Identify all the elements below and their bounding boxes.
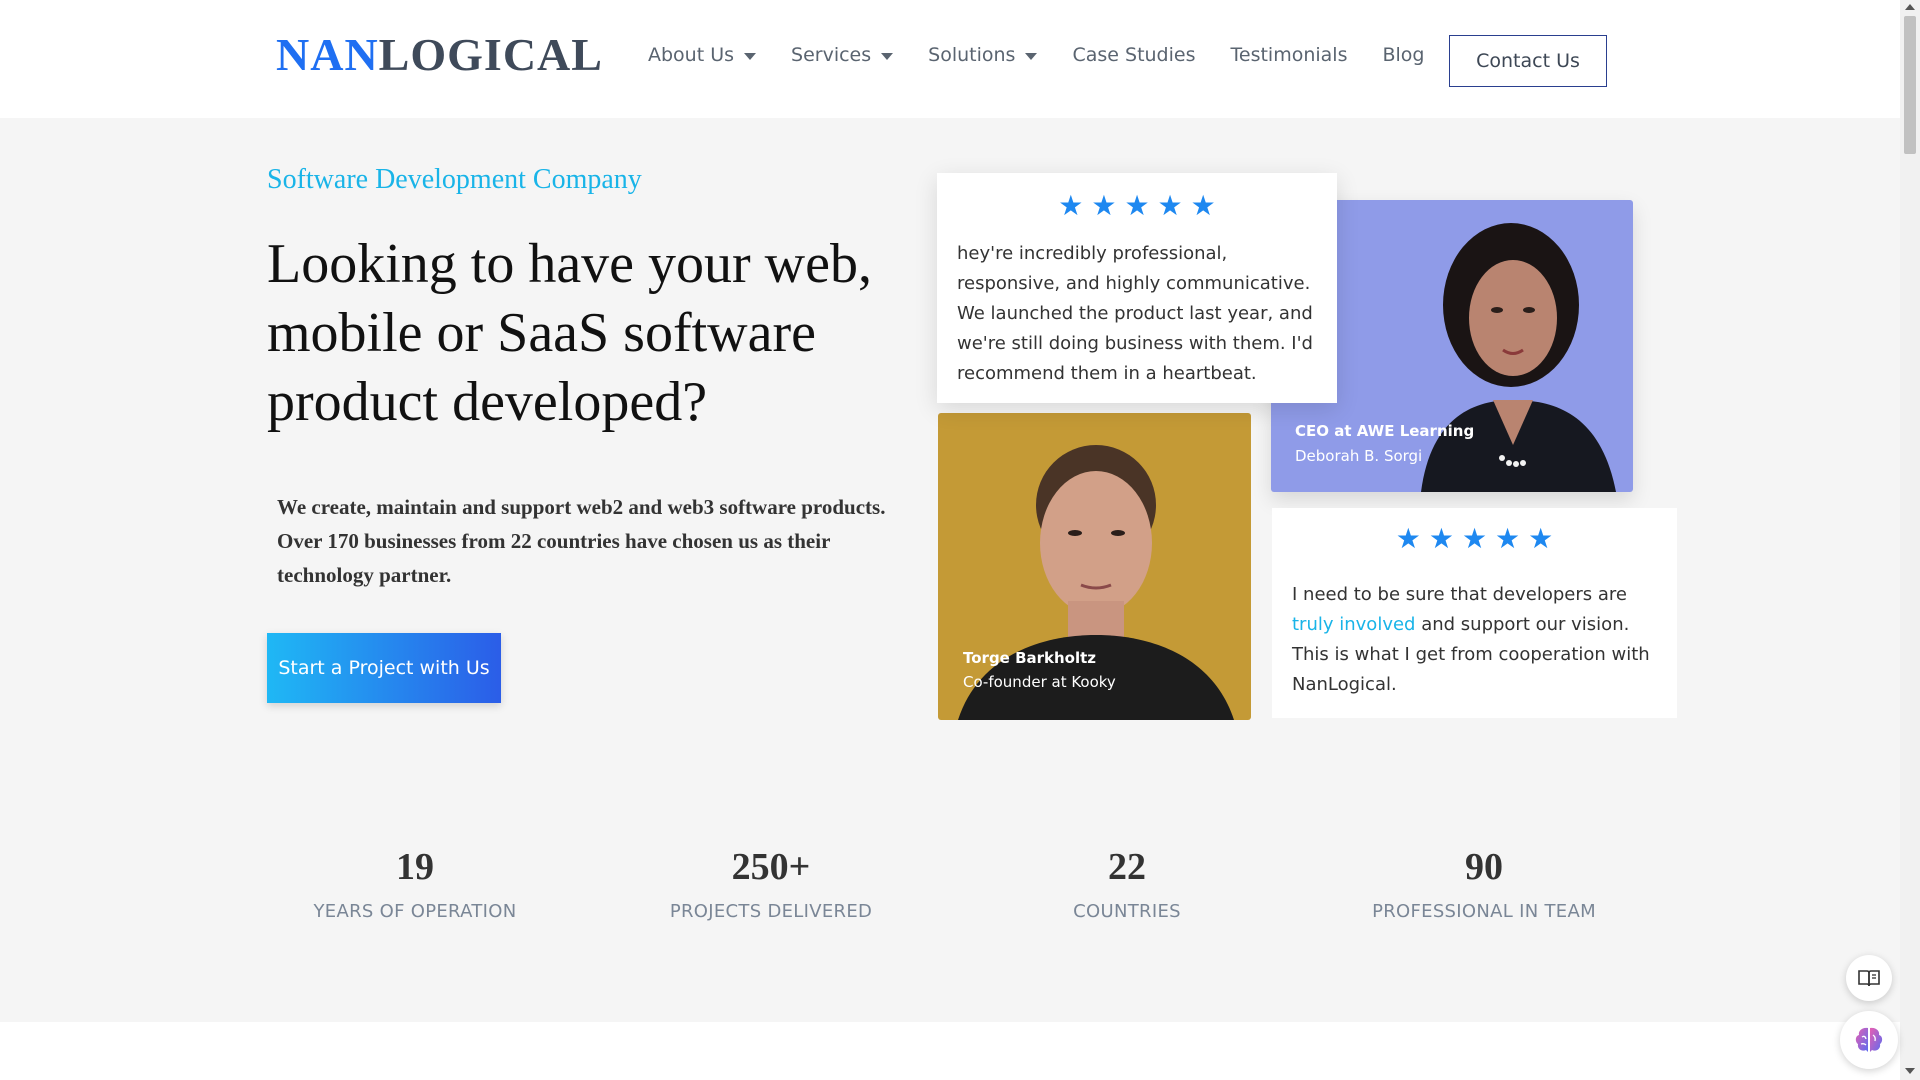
stat-label: PROJECTS DELIVERED: [669, 901, 873, 922]
star-icon: ★: [1058, 190, 1084, 221]
nav-case-studies-label: Case Studies: [1072, 44, 1196, 66]
nav-services-label: Services: [791, 44, 872, 66]
star-rating: ★ ★ ★ ★ ★: [957, 191, 1317, 221]
stat-label: YEARS OF OPERATION: [313, 901, 517, 922]
nav-solutions-label: Solutions: [928, 44, 1016, 66]
quote-highlight: truly involved: [1292, 614, 1416, 635]
logo-rest: LOGICAL: [378, 29, 603, 80]
testimonial-photo-torge: Torge Barkholtz Co-founder at Kooky: [938, 413, 1251, 720]
hero-description: We create, maintain and support web2 and…: [277, 495, 886, 587]
stat-value: 22: [1108, 846, 1146, 888]
testimonial-card-torge: ★ ★ ★ ★ ★ I need to be sure that develop…: [1272, 508, 1677, 718]
chevron-down-icon: [744, 52, 757, 60]
stat-label: COUNTRIES: [1073, 901, 1181, 922]
stat-years: 19 YEARS OF OPERATION: [275, 845, 555, 922]
next-section: [0, 1022, 1900, 1080]
nav-services[interactable]: Services: [791, 44, 894, 66]
nav-testimonials[interactable]: Testimonials: [1231, 44, 1348, 66]
testimonial-role-deborah: CEO at AWE Learning: [1295, 422, 1475, 440]
hero-eyebrow: Software Development Company: [267, 164, 642, 195]
page-scrollbar[interactable]: [1900, 0, 1920, 1080]
testimonial-card-deborah: ★ ★ ★ ★ ★ hey're incredibly professional…: [937, 173, 1337, 403]
main-nav: About Us Services Solutions Case Studies…: [648, 44, 1459, 66]
star-icon: ★: [1428, 523, 1454, 554]
chevron-down-icon: [1025, 52, 1038, 60]
scrollbar-thumb[interactable]: [1904, 16, 1916, 154]
stat-label: PROFESSIONAL IN TEAM: [1372, 901, 1596, 922]
logo-accent: NAN: [276, 29, 379, 80]
stat-team: 90 PROFESSIONAL IN TEAM: [1344, 845, 1624, 922]
star-rating: ★ ★ ★ ★ ★: [1292, 524, 1657, 554]
testimonial-quote-deborah: hey're incredibly professional, responsi…: [957, 243, 1313, 384]
testimonial-quote-torge: I need to be sure that developers are tr…: [1292, 580, 1657, 700]
testimonial-name-deborah: Deborah B. Sorgi: [1295, 447, 1423, 465]
brain-icon: [1855, 1027, 1883, 1052]
scroll-down-arrow-icon[interactable]: [1905, 1068, 1915, 1074]
nav-testimonials-label: Testimonials: [1230, 44, 1348, 66]
nav-about-us[interactable]: About Us: [648, 44, 757, 66]
nav-about-us-label: About Us: [648, 44, 735, 66]
star-icon: ★: [1395, 523, 1421, 554]
nav-case-studies[interactable]: Case Studies: [1072, 44, 1195, 66]
reader-mode-icon: [1858, 970, 1880, 987]
star-icon: ★: [1157, 190, 1183, 221]
star-icon: ★: [1495, 523, 1521, 554]
ai-assistant-button[interactable]: [1840, 1011, 1898, 1069]
stat-value: 90: [1465, 846, 1503, 888]
nav-blog[interactable]: Blog: [1382, 44, 1424, 66]
start-project-button[interactable]: Start a Project with Us: [267, 633, 501, 703]
reader-mode-button[interactable]: [1846, 955, 1892, 1001]
stat-countries: 22 COUNTRIES: [987, 845, 1267, 922]
star-icon: ★: [1124, 190, 1150, 221]
nav-blog-label: Blog: [1382, 44, 1425, 66]
testimonial-name-torge: Torge Barkholtz: [963, 649, 1097, 667]
star-icon: ★: [1461, 523, 1488, 554]
star-icon: ★: [1091, 190, 1117, 221]
stat-value: 250+: [731, 846, 811, 888]
nav-solutions[interactable]: Solutions: [928, 44, 1038, 66]
quote-text: I need to be sure that developers are: [1292, 584, 1627, 605]
hero-title: Looking to have your web, mobile or SaaS…: [267, 233, 872, 433]
stat-projects: 250+ PROJECTS DELIVERED: [631, 845, 911, 922]
scroll-up-arrow-icon[interactable]: [1905, 4, 1915, 10]
chevron-down-icon: [881, 52, 894, 60]
site-header: NANLOGICAL About Us Services Solutions C…: [0, 0, 1900, 118]
site-logo[interactable]: NANLOGICAL: [276, 28, 603, 81]
star-icon: ★: [1190, 190, 1216, 221]
star-icon: ★: [1528, 523, 1554, 554]
testimonial-role-torge: Co-founder at Kooky: [963, 673, 1116, 691]
contact-us-button[interactable]: Contact Us: [1449, 35, 1607, 87]
stat-value: 19: [396, 846, 434, 888]
